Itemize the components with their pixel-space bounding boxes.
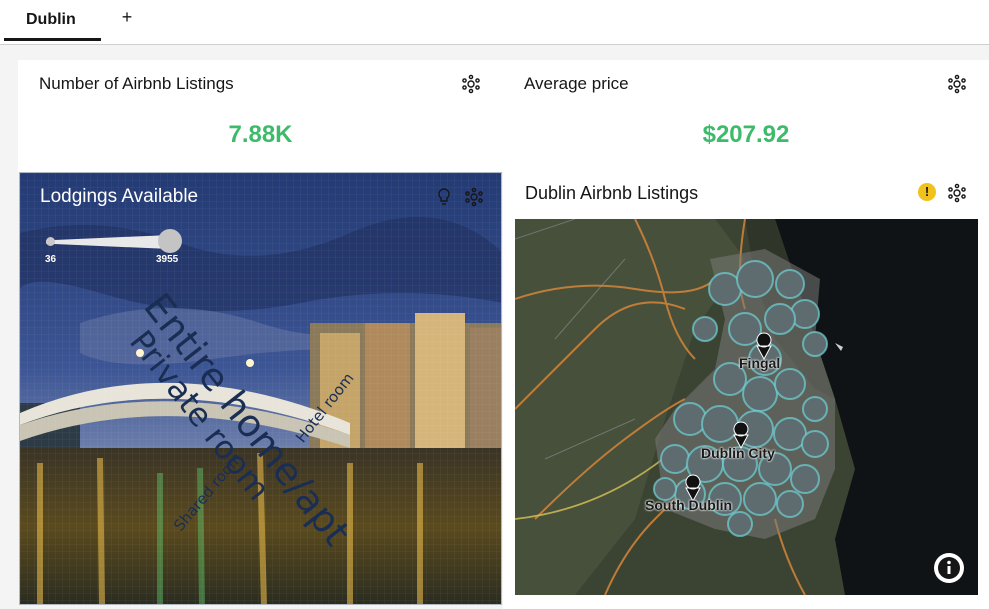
map-canvas <box>515 219 978 595</box>
map-title: Dublin Airbnb Listings <box>525 183 699 203</box>
lightbulb-icon[interactable] <box>434 187 454 207</box>
info-icon[interactable] <box>934 553 964 583</box>
kpi-title-listings: Number of Airbnb Listings <box>39 74 234 93</box>
settings-icon[interactable] <box>464 187 484 207</box>
kpi-value-price: $207.92 <box>702 121 790 148</box>
lodgings-card: Lodgings Available 36 3955 Entire home/a… <box>19 172 502 605</box>
slider-max-label: 3955 <box>156 254 179 265</box>
warning-icon[interactable]: ! <box>918 183 936 201</box>
settings-icon[interactable] <box>947 74 967 94</box>
slider-min-label: 36 <box>45 254 57 265</box>
slider-max-handle[interactable] <box>158 229 182 253</box>
size-range-slider[interactable]: 36 3955 <box>45 229 186 265</box>
map-label-south-dublin: South Dublin <box>645 497 733 513</box>
kpi-card-price: Average price $207.92 <box>503 60 989 172</box>
kpi-title-price: Average price <box>524 74 629 93</box>
dublin-map[interactable]: Fingal Dublin City South Dublin <box>515 219 978 595</box>
map-label-fingal: Fingal <box>739 355 781 371</box>
slider-track <box>46 235 170 249</box>
kpi-value-listings: 7.88K <box>228 121 293 148</box>
tab-bar: Dublin + <box>0 0 989 45</box>
add-tab-button[interactable]: + <box>116 6 138 28</box>
slider-min-handle[interactable] <box>46 237 55 246</box>
kpi-card-listings: Number of Airbnb Listings 7.88K <box>18 60 503 172</box>
tab-dublin[interactable]: Dublin <box>4 0 101 41</box>
map-label-dublin-city: Dublin City <box>701 445 775 461</box>
lodgings-title: Lodgings Available <box>40 186 199 207</box>
settings-icon[interactable] <box>461 74 481 94</box>
settings-icon[interactable] <box>947 183 967 203</box>
